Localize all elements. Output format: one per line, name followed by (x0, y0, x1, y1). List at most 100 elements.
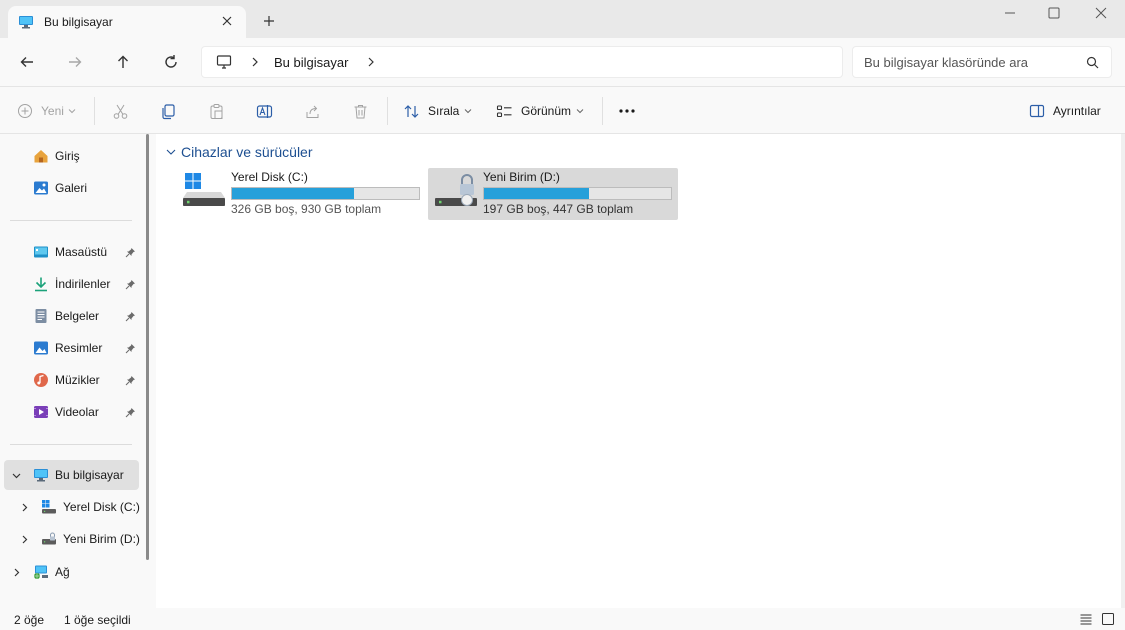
selected-count: 1 öğe seçildi (64, 613, 131, 627)
drive-item-c[interactable]: Yerel Disk (C:) 326 GB boş, 930 GB topla… (176, 168, 426, 220)
scissors-icon (113, 104, 128, 119)
drive-usage-fill (484, 188, 589, 199)
refresh-icon (165, 55, 177, 68)
cut-button[interactable] (112, 99, 129, 123)
sidebar-label: Bu bilgisayar (55, 468, 124, 482)
up-button[interactable] (113, 52, 133, 72)
home-icon (34, 150, 48, 163)
toolbar-divider (602, 97, 603, 125)
drive-usage-bar (231, 187, 420, 200)
sidebar-item-gallery[interactable]: Galeri (0, 174, 140, 202)
tiles-view-icon[interactable] (1101, 612, 1115, 626)
search-input[interactable] (864, 54, 1079, 70)
sidebar-label: Masaüstü (55, 245, 108, 259)
desktop-icon (34, 246, 48, 258)
pin-icon[interactable] (125, 311, 136, 322)
toolbar-divider (94, 97, 95, 125)
pin-icon[interactable] (125, 343, 136, 354)
new-label: Yeni (41, 104, 64, 118)
sidebar-item-drive-d[interactable]: Yeni Birim (D:) (0, 525, 140, 553)
breadcrumb[interactable]: Bu bilgisayar (274, 55, 348, 70)
content-scrollbar[interactable] (1121, 134, 1125, 608)
rename-button[interactable] (256, 99, 273, 123)
sidebar-item-music[interactable]: Müzikler (0, 366, 140, 394)
tab-bu-bilgisayar[interactable]: Bu bilgisayar (8, 6, 246, 38)
plus-icon[interactable] (262, 14, 276, 28)
new-button[interactable]: Yeni (17, 99, 76, 123)
view-button[interactable]: Görünüm (496, 99, 584, 123)
forward-button[interactable] (65, 52, 85, 72)
pin-icon[interactable] (125, 407, 136, 418)
search-icon (1086, 56, 1099, 69)
sidebar-label: Yeni Birim (D:) (63, 532, 140, 546)
toolbar-divider (387, 97, 388, 125)
sidebar-item-pictures[interactable]: Resimler (0, 334, 140, 362)
sidebar-label: Belgeler (55, 309, 100, 323)
sidebar-label: Müzikler (55, 373, 100, 387)
chevron-right-icon[interactable] (12, 568, 21, 577)
chevron-right-icon[interactable] (366, 57, 376, 67)
drive-usage-bar (483, 187, 672, 200)
arrow-left-icon (20, 57, 33, 67)
view-label: Görünüm (521, 104, 572, 118)
trash-icon (354, 104, 367, 118)
drive-name: Yeni Birim (D:) (483, 170, 560, 184)
copy-button[interactable] (160, 99, 177, 123)
address-bar[interactable]: Bu bilgisayar (201, 46, 843, 78)
arrow-up-icon (118, 55, 128, 68)
sidebar-item-downloads[interactable]: İndirilenler (0, 270, 140, 298)
close-window-icon[interactable] (1094, 6, 1108, 20)
sidebar-item-documents[interactable]: Belgeler (0, 302, 140, 330)
documents-icon (35, 309, 47, 323)
maximize-icon[interactable] (1047, 6, 1061, 20)
refresh-button[interactable] (161, 52, 181, 72)
chevron-down-icon (68, 109, 76, 114)
sidebar-item-desktop[interactable]: Masaüstü (0, 238, 140, 266)
back-button[interactable] (17, 52, 37, 72)
gallery-icon (34, 181, 48, 195)
minimize-icon[interactable] (1003, 6, 1017, 20)
download-icon (35, 277, 47, 292)
pin-icon[interactable] (125, 247, 136, 258)
sidebar-item-drive-c[interactable]: Yerel Disk (C:) (0, 493, 140, 521)
search-box[interactable] (852, 46, 1112, 78)
status-bar: 2 öğe 1 öğe seçildi (0, 608, 1125, 630)
clipboard-icon (210, 103, 223, 119)
drive-item-d[interactable]: Yeni Birim (D:) 197 GB boş, 447 GB topla… (428, 168, 678, 220)
more-icon (619, 109, 635, 113)
sidebar-item-this-pc[interactable]: Bu bilgisayar (0, 461, 140, 489)
network-icon (34, 565, 48, 579)
pin-icon[interactable] (125, 279, 136, 290)
chevron-right-icon[interactable] (20, 535, 29, 544)
paste-button[interactable] (208, 99, 225, 123)
chevron-down-icon (576, 109, 584, 114)
copy-icon (162, 103, 175, 119)
delete-button[interactable] (352, 99, 369, 123)
group-title: Cihazlar ve sürücüler (181, 144, 313, 160)
pin-icon[interactable] (125, 375, 136, 386)
chevron-down-icon[interactable] (12, 471, 21, 480)
sidebar-item-videos[interactable]: Videolar (0, 398, 140, 426)
chevron-right-icon[interactable] (20, 503, 29, 512)
sidebar-item-home[interactable]: Giriş (0, 142, 140, 170)
plus-circle-icon (18, 104, 32, 118)
drive-name: Yerel Disk (C:) (231, 170, 308, 184)
sort-button[interactable]: Sırala (403, 99, 472, 123)
sidebar-label: Galeri (55, 181, 88, 195)
details-view-icon[interactable] (1079, 612, 1093, 626)
share-button[interactable] (304, 99, 321, 123)
sort-icon (404, 104, 419, 118)
sort-label: Sırala (428, 104, 460, 118)
more-options-button[interactable] (618, 99, 636, 123)
details-pane-icon (1029, 104, 1045, 118)
group-header[interactable]: Cihazlar ve sürücüler (166, 144, 313, 160)
windows-drive-icon (42, 500, 56, 514)
close-tab-icon[interactable] (220, 14, 234, 28)
computer-icon (34, 469, 48, 482)
item-count: 2 öğe (14, 613, 45, 627)
chevron-right-icon[interactable] (250, 57, 260, 67)
sidebar-item-network[interactable]: Ağ (0, 558, 140, 586)
sidebar-scrollbar[interactable] (146, 134, 149, 560)
details-button[interactable]: Ayrıntılar (1029, 99, 1101, 123)
pictures-icon (34, 341, 48, 355)
